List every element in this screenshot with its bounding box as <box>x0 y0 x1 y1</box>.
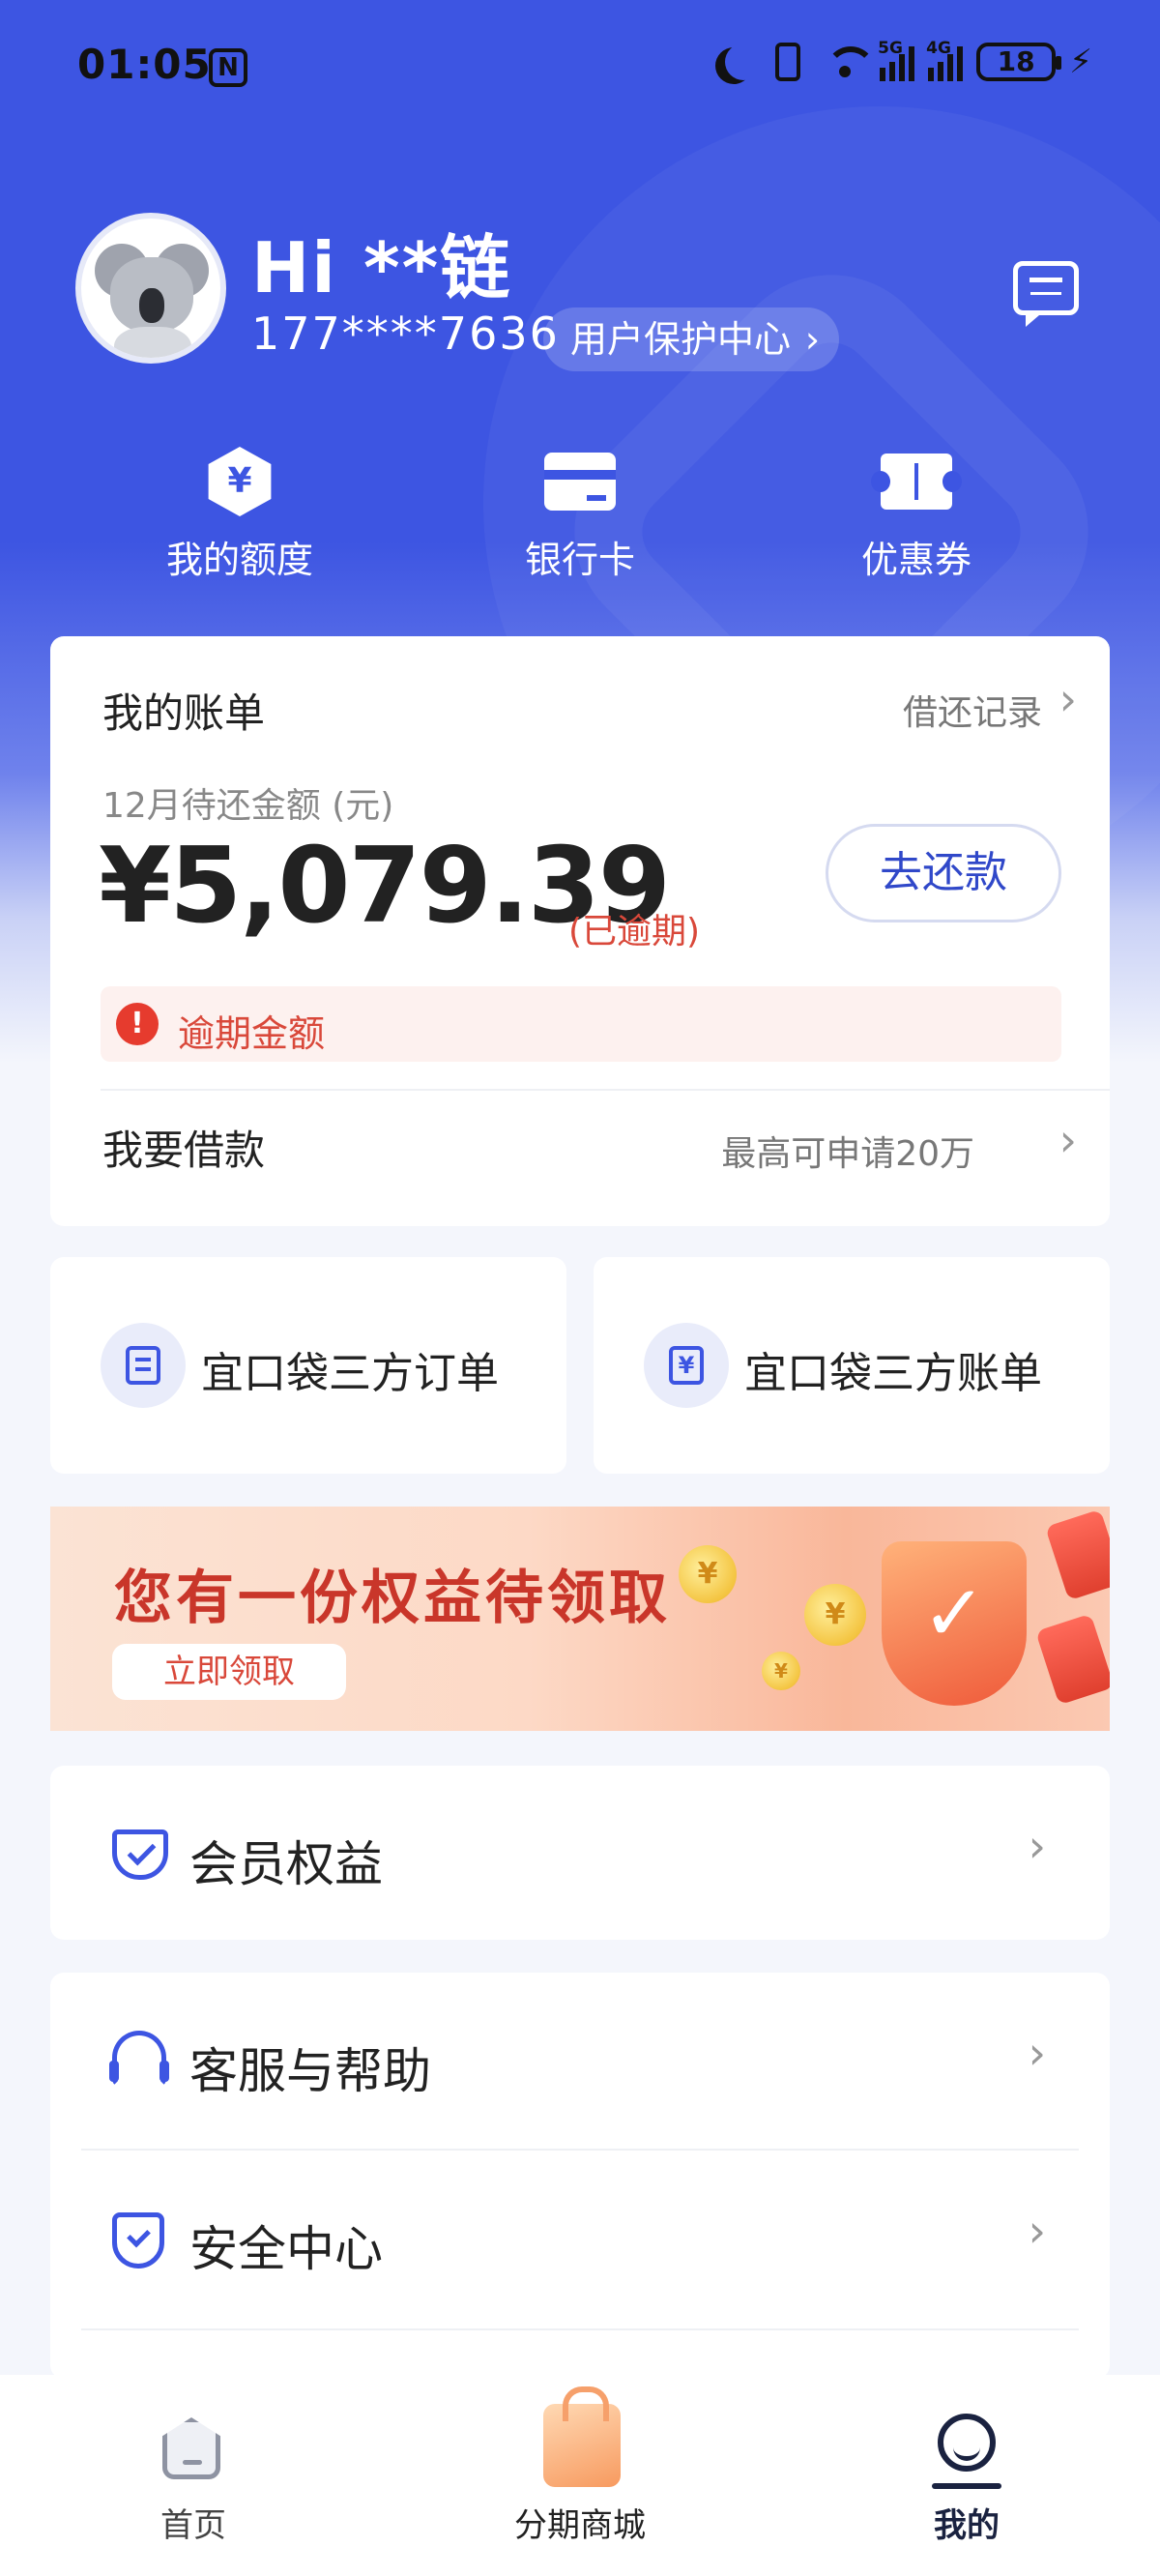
chevron-right-icon: › <box>804 318 821 361</box>
quick-action-coupons[interactable]: 优惠券 <box>800 447 1032 583</box>
nav-home[interactable]: 首页 <box>77 2375 309 2576</box>
quick-action-label: 银行卡 <box>524 539 635 581</box>
koala-nose <box>139 288 164 323</box>
third-party-bills-card[interactable]: ¥ 宜口袋三方账单 <box>594 1257 1110 1474</box>
order-card-label: 宜口袋三方订单 <box>201 1349 499 1398</box>
bill-card: 我的账单 借还记录 › 12月待还金额 (元) ¥5,079.39 (已逾期) … <box>50 636 1110 1226</box>
quick-action-label: 优惠券 <box>860 539 972 581</box>
repay-record-link[interactable]: 借还记录 <box>903 685 1042 735</box>
menu-row-security-center[interactable]: 安全中心 › <box>50 2160 1110 2315</box>
help-security-card: 客服与帮助 › 安全中心 › <box>50 1973 1110 2379</box>
user-protection-center-button[interactable]: 用户保护中心 › <box>543 307 840 371</box>
order-card-label: 宜口袋三方账单 <box>744 1349 1042 1398</box>
member-benefits-card: 会员权益 › <box>50 1766 1110 1940</box>
member-badge-icon <box>112 1830 168 1880</box>
vibrate-icon <box>775 43 801 81</box>
status-icons: 5G 4G 18 ⚡ <box>715 39 1092 81</box>
overdue-amount-bar[interactable]: ! 逾期金额 <box>101 986 1061 1062</box>
protect-label: 用户保护中心 <box>570 318 792 361</box>
bank-card-icon <box>544 453 616 511</box>
overdue-amount-label: 逾期金额 <box>178 1012 326 1055</box>
nav-me[interactable]: 我的 <box>851 2375 1083 2576</box>
chevron-right-icon: › <box>1028 2027 1046 2079</box>
yen-hexagon-icon: ¥ <box>208 447 272 516</box>
user-phone: 177****7636 <box>251 307 560 360</box>
coupon-icon <box>871 454 962 510</box>
bottom-navigation: 首页 分期商城 我的 <box>0 2375 1160 2576</box>
red-envelope-decoration <box>1045 1508 1110 1601</box>
nav-label: 我的 <box>934 2506 1000 2545</box>
nfc-icon: N <box>209 48 247 87</box>
message-icon[interactable] <box>1013 261 1079 327</box>
shopping-bag-icon <box>543 2386 621 2487</box>
divider <box>101 1089 1110 1091</box>
repay-button[interactable]: 去还款 <box>826 824 1061 922</box>
quick-action-label: 我的额度 <box>165 539 313 581</box>
do-not-disturb-icon <box>725 44 762 80</box>
signal-4g-icon: 4G <box>926 39 964 81</box>
nav-label: 分期商城 <box>514 2506 646 2545</box>
menu-row-member-benefits[interactable]: 会员权益 › <box>50 1775 1110 1930</box>
wifi-icon <box>824 44 877 79</box>
borrow-max-amount: 最高可申请20万 <box>721 1134 974 1174</box>
menu-row-label: 安全中心 <box>189 2221 383 2277</box>
status-bar: 01:05 N 5G 4G 18 ⚡ <box>0 0 1160 135</box>
divider <box>81 2149 1079 2151</box>
home-icon <box>162 2417 220 2479</box>
coin-decoration: ¥ <box>804 1584 866 1646</box>
overdue-status: (已逾期) <box>568 912 701 951</box>
benefit-banner[interactable]: ¥ ¥ ¥ 您有一份权益待领取 立即领取 <box>50 1507 1110 1731</box>
menu-row-label: 客服与帮助 <box>189 2043 431 2099</box>
order-doc-icon <box>101 1323 186 1408</box>
alert-icon: ! <box>116 1003 159 1045</box>
chevron-right-icon[interactable]: › <box>1059 1114 1077 1166</box>
menu-row-label: 会员权益 <box>189 1836 383 1892</box>
charging-icon: ⚡ <box>1069 43 1092 81</box>
bill-yen-icon: ¥ <box>644 1323 729 1408</box>
profile-icon-underline <box>932 2483 1001 2489</box>
chevron-right-icon: › <box>1028 2205 1046 2257</box>
headset-icon <box>109 2031 169 2087</box>
avatar[interactable] <box>75 213 226 364</box>
borrow-title[interactable]: 我要借款 <box>102 1118 265 1177</box>
divider <box>81 2328 1079 2330</box>
battery-icon: 18 <box>976 43 1062 81</box>
status-time: 01:05 <box>77 41 212 88</box>
bill-subtitle: 12月待还金额 (元) <box>102 786 394 826</box>
claim-now-button[interactable]: 立即领取 <box>112 1644 346 1700</box>
third-party-orders-card[interactable]: 宜口袋三方订单 <box>50 1257 566 1474</box>
shield-badge-illustration <box>882 1541 1027 1706</box>
profile-icon <box>938 2414 996 2472</box>
bill-title: 我的账单 <box>102 689 266 737</box>
shield-check-icon <box>112 2212 164 2269</box>
nav-label: 首页 <box>160 2506 226 2545</box>
quick-action-credit-limit[interactable]: ¥ 我的额度 <box>124 447 356 583</box>
quick-action-bank-card[interactable]: 银行卡 <box>464 447 696 583</box>
coin-decoration: ¥ <box>762 1652 800 1690</box>
banner-title: 您有一份权益待领取 <box>114 1565 671 1632</box>
menu-row-customer-service[interactable]: 客服与帮助 › <box>50 1982 1110 2137</box>
coin-decoration: ¥ <box>679 1545 737 1603</box>
nav-installment-mall[interactable]: 分期商城 <box>464 2375 696 2576</box>
user-greeting: Hi **链 <box>251 227 512 308</box>
red-envelope-decoration <box>1035 1613 1110 1706</box>
chevron-right-icon: › <box>1028 1820 1046 1872</box>
signal-5g-icon: 5G <box>878 39 915 81</box>
chevron-right-icon[interactable]: › <box>1059 673 1077 725</box>
